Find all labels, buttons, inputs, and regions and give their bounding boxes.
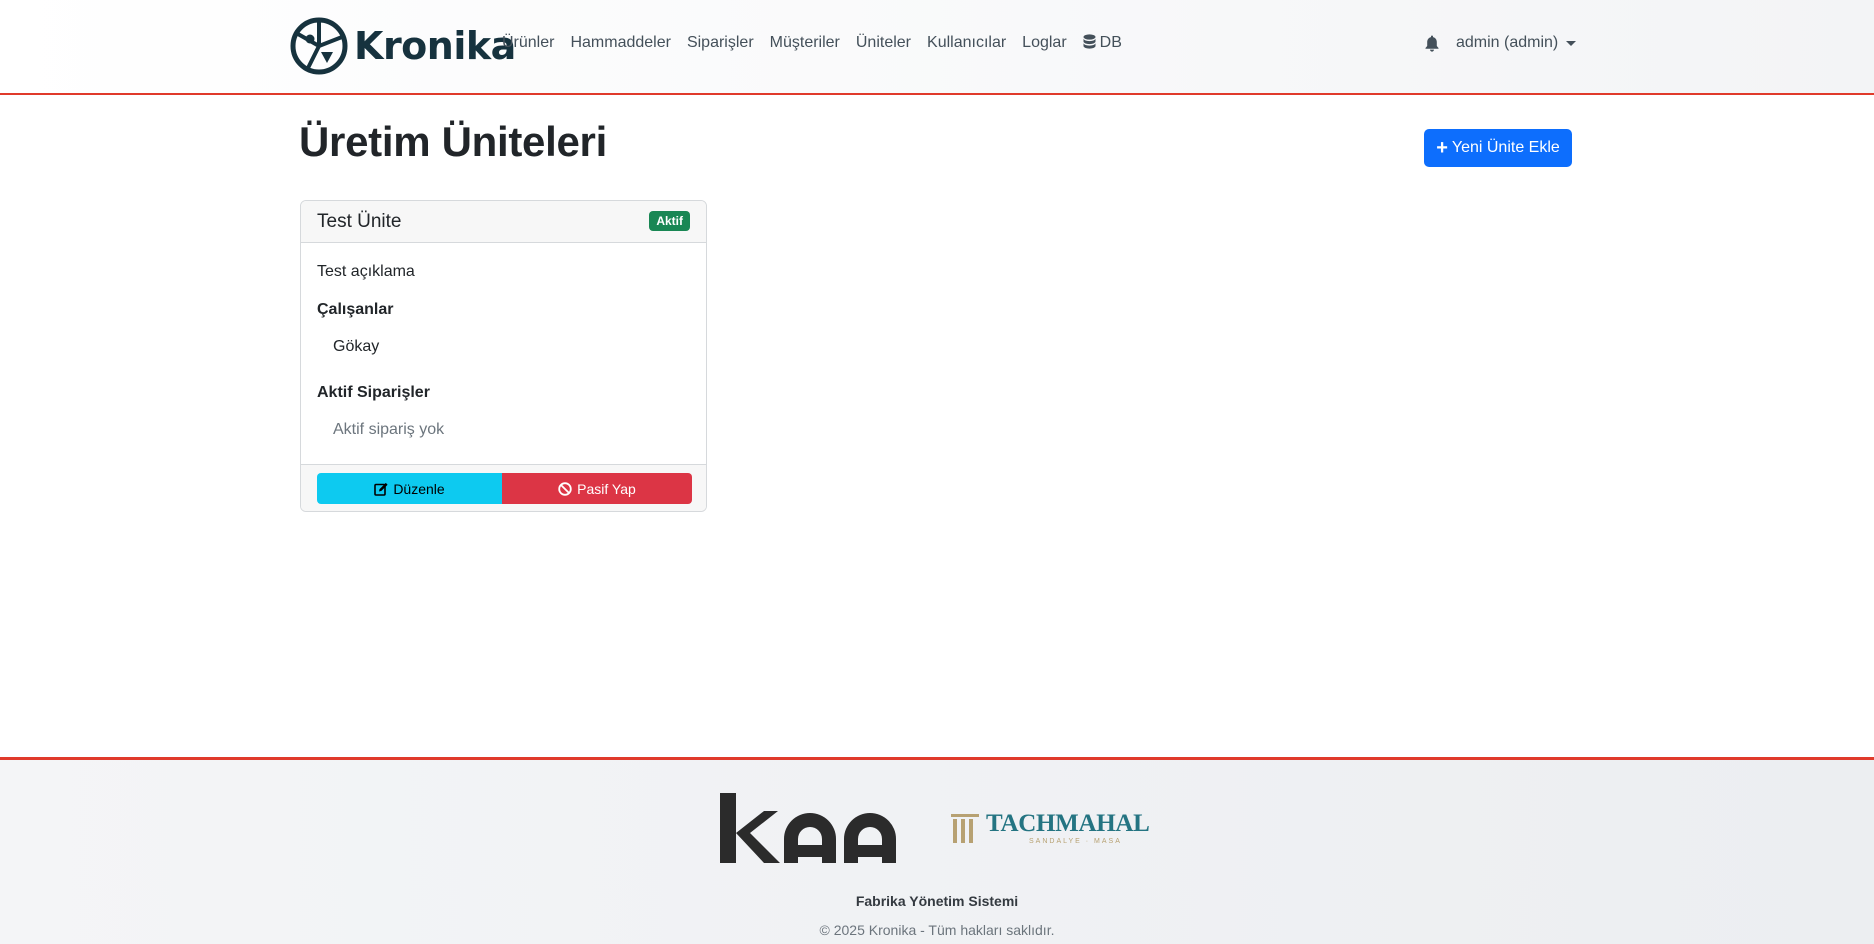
kaa-logo <box>720 793 896 863</box>
nav-right: admin (admin) <box>1424 34 1577 52</box>
brand-name: Kronika <box>354 24 516 68</box>
tachmahal-logo-text: TACHMAHAL <box>986 810 1150 837</box>
edit-label: Düzenle <box>393 480 445 497</box>
ban-icon <box>558 481 572 496</box>
kronika-logo-icon <box>290 17 348 75</box>
status-badge: Aktif <box>649 211 690 231</box>
nav-link-siparisler[interactable]: Siparişler <box>687 34 754 52</box>
main-nav: Ürünler Hammaddeler Siparişler Müşterile… <box>502 34 1138 52</box>
edit-icon <box>374 482 388 496</box>
footer-system-name: Fabrika Yönetim Sistemi <box>855 893 1019 909</box>
employee-item: Gökay <box>333 338 380 355</box>
deactivate-unit-button[interactable]: Pasif Yap <box>502 473 692 504</box>
no-orders-text: Aktif sipariş yok <box>333 421 445 438</box>
nav-link-db[interactable]: DB <box>1083 34 1122 52</box>
nav-link-hammaddeler[interactable]: Hammaddeler <box>570 34 670 52</box>
db-label: DB <box>1099 34 1122 51</box>
tachmahal-logo-subtitle: SANDALYE · MASA <box>1029 838 1122 845</box>
deactivate-label: Pasif Yap <box>577 480 636 497</box>
nav-link-kullanicilar[interactable]: Kullanıcılar <box>927 34 1006 52</box>
unit-card-header: Test Ünite Aktif <box>301 201 706 243</box>
top-navbar: Kronika Ürünler Hammaddeler Siparişler M… <box>0 0 1874 95</box>
employees-title: Çalışanlar <box>317 301 394 318</box>
active-orders-title: Aktif Siparişler <box>317 384 430 401</box>
plus-icon: + <box>1436 137 1448 159</box>
nav-link-musteriler[interactable]: Müşteriler <box>770 34 840 52</box>
brand-logo-link[interactable]: Kronika <box>290 16 516 76</box>
tachmahal-logo: TACHMAHAL SANDALYE · MASA <box>950 810 1150 849</box>
caret-down-icon <box>1566 40 1577 46</box>
unit-card: Test Ünite Aktif Test açıklama Çalışanla… <box>300 200 707 512</box>
nav-link-uniteler[interactable]: Üniteler <box>856 34 911 52</box>
unit-name: Test Ünite <box>317 211 402 232</box>
user-menu-dropdown[interactable]: admin (admin) <box>1456 34 1577 52</box>
user-label: admin (admin) <box>1456 34 1559 51</box>
nav-link-loglar[interactable]: Loglar <box>1022 34 1066 52</box>
tachmahal-pillars-icon <box>951 814 979 843</box>
page-footer: TACHMAHAL SANDALYE · MASA Fabrika Yöneti… <box>0 757 1874 944</box>
database-icon <box>1083 34 1096 49</box>
unit-card-body: Test açıklama Çalışanlar Gökay Aktif Sip… <box>301 243 706 464</box>
unit-card-footer: Düzenle Pasif Yap <box>301 464 706 511</box>
bell-icon[interactable] <box>1424 35 1440 52</box>
add-unit-button[interactable]: + Yeni Ünite Ekle <box>1424 129 1572 167</box>
add-unit-label: Yeni Ünite Ekle <box>1451 139 1560 156</box>
footer-copyright: © 2025 Kronika - Tüm hakları saklıdır. <box>819 922 1055 938</box>
unit-description: Test açıklama <box>317 263 415 280</box>
page-title: Üretim Üniteleri <box>299 118 607 165</box>
edit-unit-button[interactable]: Düzenle <box>317 473 502 504</box>
nav-link-urunler[interactable]: Ürünler <box>502 34 554 52</box>
